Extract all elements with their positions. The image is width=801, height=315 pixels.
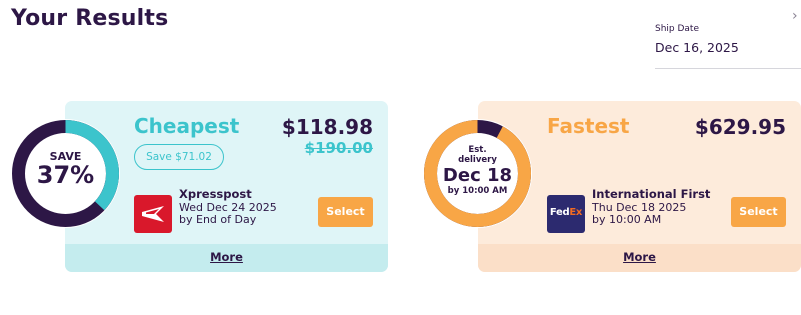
delivery-ring-date: Dec 18: [442, 165, 513, 186]
canada-post-logo-icon: [134, 195, 172, 233]
cheapest-more-link[interactable]: More: [65, 250, 388, 264]
delivery-ring-caption: Est. delivery: [423, 145, 532, 165]
fastest-more-link[interactable]: More: [478, 250, 801, 264]
fedex-logo-ex: Ex: [569, 207, 583, 218]
cheapest-label: Cheapest: [134, 114, 240, 138]
ship-date-underline: [655, 68, 801, 69]
delivery-ring-line1: Est.: [468, 145, 487, 155]
fedex-logo-fed: Fed: [549, 207, 570, 218]
delivery-ring: Est. delivery Dec 18 by 10:00 AM: [423, 119, 532, 228]
chevron-right-icon[interactable]: ›: [792, 8, 798, 24]
savings-ring: SAVE 37%: [11, 119, 120, 228]
cheapest-footer: More: [65, 244, 388, 272]
fastest-footer: More: [478, 244, 801, 272]
cheapest-carrier-name: Xpresspost: [179, 187, 252, 201]
fastest-price: $629.95: [694, 115, 786, 139]
fastest-label: Fastest: [547, 114, 630, 138]
ship-date-field[interactable]: Dec 16, 2025: [655, 40, 739, 55]
cheapest-price: $118.98: [281, 115, 373, 139]
savings-ring-value: 37%: [36, 161, 95, 189]
delivery-ring-time: by 10:00 AM: [447, 186, 508, 196]
delivery-ring-line2: delivery: [458, 155, 497, 165]
cheapest-select-button[interactable]: Select: [318, 197, 373, 227]
savings-badge: Save $71.02: [134, 144, 224, 170]
cheapest-original-price: $190.00: [304, 139, 373, 157]
fedex-logo-icon: FedEx: [547, 195, 585, 233]
fastest-delivery-time: by 10:00 AM: [592, 213, 662, 226]
page-title: Your Results: [11, 6, 169, 31]
fastest-select-button[interactable]: Select: [731, 197, 786, 227]
cheapest-delivery-time: by End of Day: [179, 213, 257, 226]
fastest-carrier-name: International First: [592, 187, 711, 201]
ship-date-label: Ship Date: [655, 24, 700, 34]
